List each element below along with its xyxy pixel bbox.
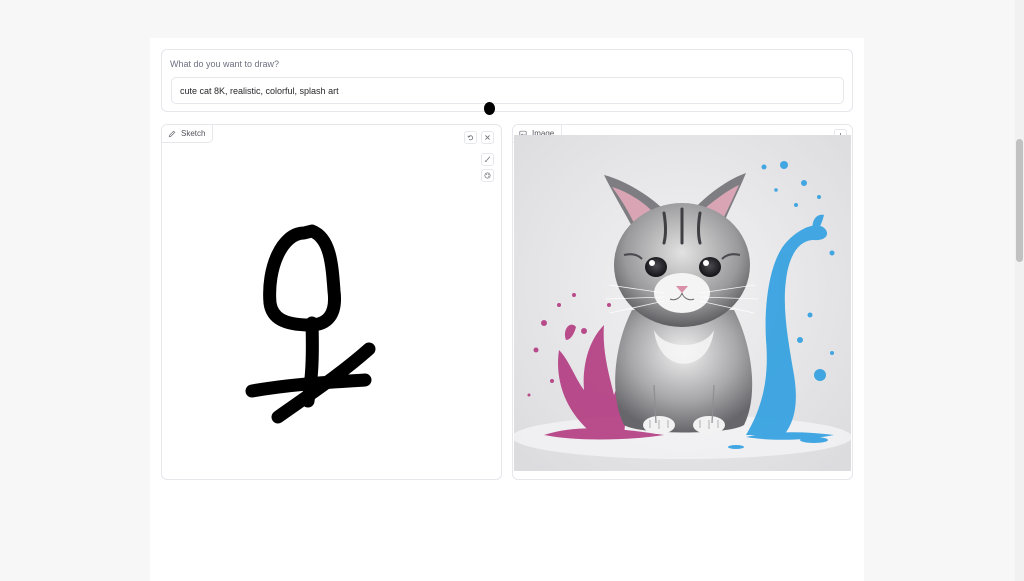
app-container: What do you want to draw? Sketch	[150, 38, 864, 581]
scrollbar-thumb[interactable]	[1016, 139, 1023, 262]
sketch-canvas[interactable]	[162, 143, 501, 479]
pencil-icon	[168, 130, 176, 137]
sketch-stroke	[245, 224, 376, 424]
close-icon	[485, 135, 490, 140]
brush-cursor	[484, 102, 495, 115]
sketch-panel: Sketch	[161, 124, 502, 480]
generated-image	[514, 135, 851, 471]
prompt-input[interactable]	[171, 77, 844, 104]
image-panel: Image	[512, 124, 853, 480]
cat-illustration	[514, 135, 851, 471]
prompt-block: What do you want to draw?	[161, 49, 853, 112]
undo-icon	[467, 135, 474, 141]
prompt-label: What do you want to draw?	[170, 59, 280, 69]
page-scrollbar[interactable]	[1015, 0, 1024, 581]
sketch-label-text: Sketch	[181, 129, 206, 138]
sketch-panel-label: Sketch	[162, 125, 214, 143]
